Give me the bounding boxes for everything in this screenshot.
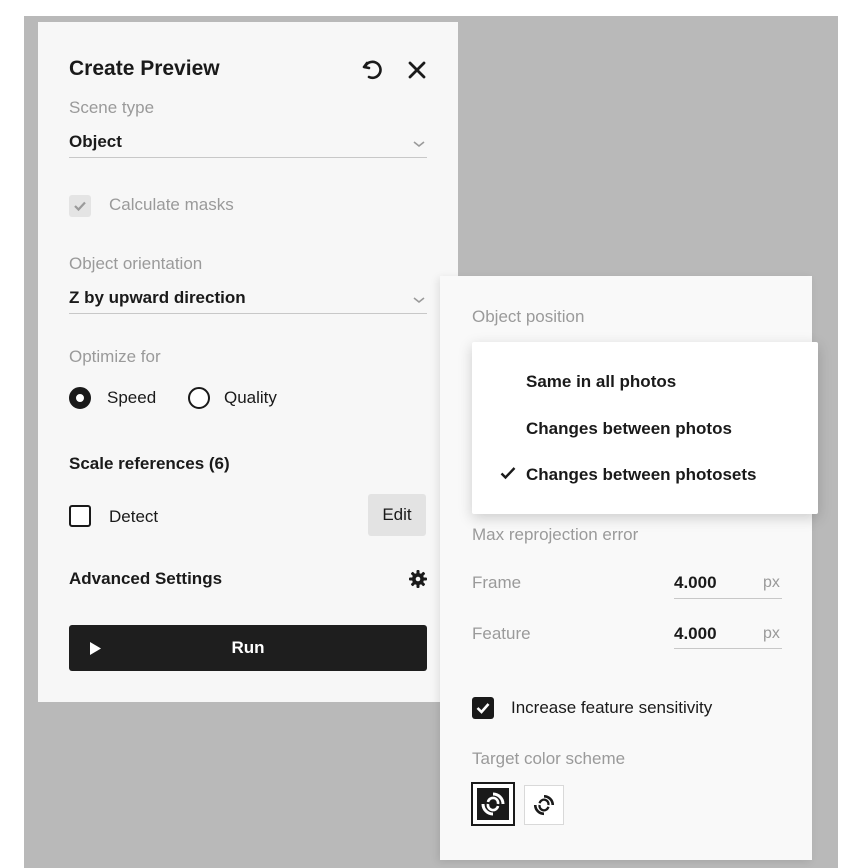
scene-type-value: Object (69, 132, 122, 151)
feature-value: 4.000 (674, 624, 717, 643)
gear-icon[interactable] (408, 569, 428, 589)
frame-value: 4.000 (674, 573, 717, 592)
speed-radio[interactable] (69, 387, 91, 409)
close-icon[interactable] (405, 58, 429, 82)
feature-underline (674, 648, 782, 649)
increase-feature-sensitivity-checkbox[interactable] (472, 697, 494, 719)
panel-title: Create Preview (69, 57, 220, 80)
detect-checkbox[interactable] (69, 505, 91, 527)
object-position-dropdown: Same in all photos Changes between photo… (472, 342, 818, 514)
target-light-icon (533, 794, 555, 816)
target-scheme-dark-button[interactable] (471, 782, 515, 826)
target-scheme-light-button[interactable] (524, 785, 564, 825)
feature-label: Feature (472, 624, 531, 643)
reset-icon[interactable] (360, 58, 384, 82)
frame-underline (674, 598, 782, 599)
feature-unit: px (763, 625, 780, 642)
calculate-masks-checkbox[interactable] (69, 195, 91, 217)
max-reprojection-error-label: Max reprojection error (472, 525, 639, 544)
optimize-for-label: Optimize for (69, 347, 161, 366)
create-preview-panel: Create Preview Scene type Object Calcula… (38, 22, 458, 702)
object-position-label: Object position (472, 307, 585, 326)
run-button[interactable]: Run (69, 625, 427, 671)
check-icon (74, 201, 86, 212)
scene-type-underline (69, 157, 427, 158)
chevron-down-icon (413, 297, 425, 304)
option-changes-between-photosets[interactable]: Changes between photosets (526, 465, 756, 485)
target-dark-icon (477, 788, 509, 820)
check-icon (500, 467, 516, 480)
run-label: Run (231, 638, 265, 657)
scale-references-heading: Scale references (6) (69, 454, 230, 473)
edit-button[interactable]: Edit (368, 494, 426, 536)
target-color-scheme-label: Target color scheme (472, 749, 626, 768)
advanced-settings-label: Advanced Settings (69, 569, 223, 588)
object-orientation-value: Z by upward direction (69, 288, 246, 307)
scene-type-label: Scene type (69, 98, 155, 117)
chevron-down-icon (413, 141, 425, 148)
detect-label: Detect (109, 507, 159, 526)
frame-unit: px (763, 574, 780, 591)
object-orientation-label: Object orientation (69, 254, 203, 273)
option-same-in-all-photos[interactable]: Same in all photos (526, 372, 676, 392)
quality-radio[interactable] (188, 387, 210, 409)
increase-feature-sensitivity-label: Increase feature sensitivity (511, 698, 713, 717)
check-icon (476, 703, 490, 714)
calculate-masks-label: Calculate masks (109, 195, 234, 214)
quality-label: Quality (224, 388, 277, 407)
option-changes-between-photos[interactable]: Changes between photos (526, 419, 732, 439)
object-orientation-underline (69, 313, 427, 314)
frame-label: Frame (472, 573, 522, 592)
speed-label: Speed (107, 388, 157, 407)
